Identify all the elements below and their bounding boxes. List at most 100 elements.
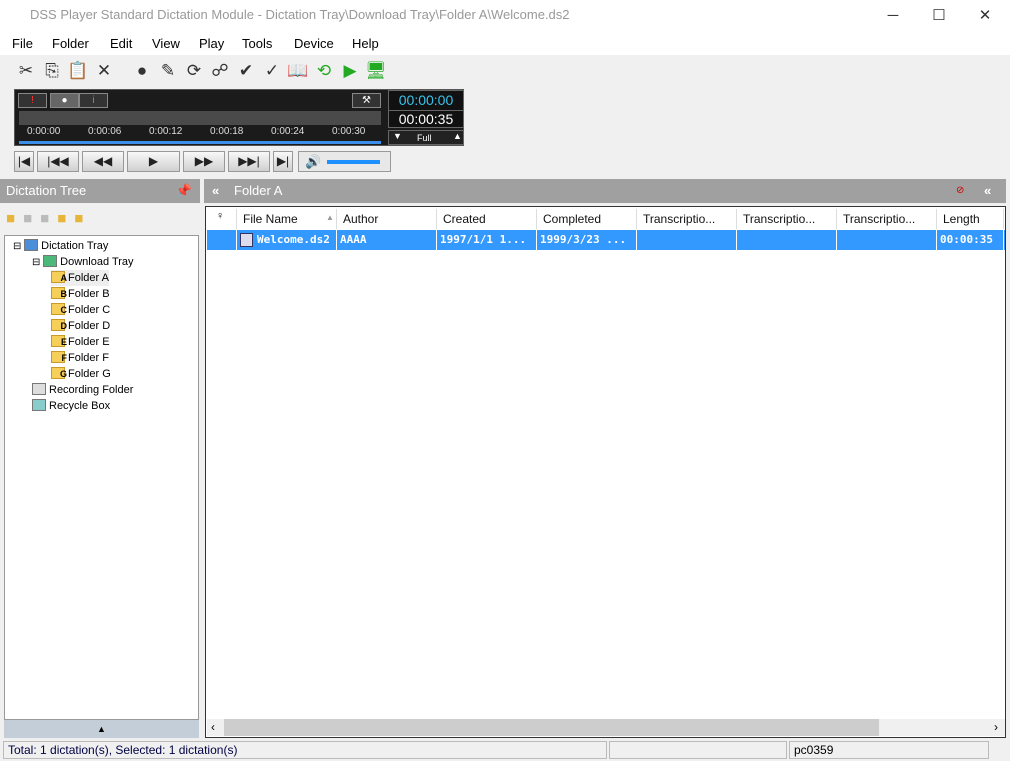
- device-icon[interactable]: 🖥: [364, 59, 388, 83]
- transport-button-4[interactable]: ▶▶: [183, 151, 225, 172]
- book-icon[interactable]: 📖: [286, 59, 310, 83]
- tree-item[interactable]: ⊟ Download Tray: [32, 254, 134, 270]
- tree-item[interactable]: ⊟ Dictation Tray: [13, 238, 108, 254]
- column-header-4[interactable]: Completed: [537, 209, 637, 229]
- menu-help[interactable]: Help: [352, 36, 379, 51]
- wrench-icon[interactable]: ⚒: [352, 93, 381, 108]
- menu-folder[interactable]: Folder: [52, 36, 89, 51]
- comment-icon[interactable]: ●: [50, 93, 79, 108]
- scroll-right-icon[interactable]: ›: [994, 720, 998, 734]
- folder-icon: G: [51, 367, 67, 379]
- scroll-thumb[interactable]: [224, 719, 879, 736]
- volume-control[interactable]: 🔊: [298, 151, 391, 172]
- minimize-button[interactable]: ─: [870, 0, 916, 31]
- folder-settings-icon[interactable]: ■: [74, 210, 91, 227]
- tree-title: Dictation Tree: [6, 183, 87, 198]
- tree-item[interactable]: G Folder G: [51, 366, 111, 382]
- window-title: DSS Player Standard Dictation Module - D…: [30, 7, 570, 22]
- copy-icon[interactable]: ⎘: [40, 59, 64, 83]
- tree-item[interactable]: Recycle Box: [32, 398, 110, 414]
- remove-folder-icon[interactable]: ■: [40, 210, 57, 227]
- column-header-6[interactable]: Transcriptio...: [737, 209, 837, 229]
- collapse-right-icon[interactable]: «: [984, 179, 991, 203]
- tree-item[interactable]: A Folder A: [51, 270, 109, 286]
- tree-item[interactable]: D Folder D: [51, 318, 110, 334]
- menu-file[interactable]: File: [12, 36, 33, 51]
- menu-view[interactable]: View: [152, 36, 180, 51]
- table-cell: [837, 230, 937, 250]
- zoom-in-icon[interactable]: ▲: [453, 131, 462, 141]
- collapse-icon[interactable]: ⊟: [32, 257, 43, 268]
- transport-button-0[interactable]: |◀: [14, 151, 34, 172]
- table-cell: AAAA: [337, 230, 437, 250]
- maximize-button[interactable]: ☐: [916, 0, 962, 31]
- zoom-out-icon[interactable]: ▼: [393, 131, 402, 141]
- collapse-arrow-icon[interactable]: ▲: [4, 720, 199, 738]
- transport-button-2[interactable]: ◀◀: [82, 151, 124, 172]
- table-cell: [737, 230, 837, 250]
- convert-icon[interactable]: ⟳: [182, 59, 206, 83]
- transfer-icon[interactable]: ▶: [338, 59, 362, 83]
- transport-button-5[interactable]: ▶▶|: [228, 151, 270, 172]
- scroll-left-icon[interactable]: ‹: [211, 720, 215, 734]
- folder-title: Folder A: [234, 183, 283, 198]
- column-header-7[interactable]: Transcriptio...: [837, 209, 937, 229]
- no-transcribe-icon[interactable]: ⊘: [956, 179, 964, 203]
- verify-icon[interactable]: ✓: [260, 59, 284, 83]
- zoom-control[interactable]: ▼ Full ▲: [388, 130, 464, 145]
- table-cell: [207, 230, 237, 250]
- horizontal-scrollbar[interactable]: ‹ ›: [207, 719, 1005, 736]
- close-button[interactable]: ✕: [962, 0, 1008, 31]
- pin-icon[interactable]: 📌: [176, 179, 192, 203]
- info-icon[interactable]: i: [79, 93, 108, 108]
- cut-icon[interactable]: ✂: [14, 59, 38, 83]
- toolbar: ✂ ⎘ 📋 ✕ ● ✎ ⟳ ☍ ✔ ✓ 📖 ⟲ ▶ 🖥: [0, 56, 470, 86]
- speaker-icon: 🔊: [305, 154, 322, 169]
- tree-item[interactable]: C Folder C: [51, 302, 110, 318]
- add-folder-icon[interactable]: ■: [23, 210, 40, 227]
- collapse-icon[interactable]: ⊟: [13, 241, 24, 252]
- menu-tools[interactable]: Tools: [242, 36, 272, 51]
- edit-icon[interactable]: ✎: [156, 59, 180, 83]
- transport-button-6[interactable]: ▶|: [273, 151, 293, 172]
- menu-device[interactable]: Device: [294, 36, 334, 51]
- position-slider[interactable]: [19, 111, 381, 125]
- delete-icon[interactable]: ✕: [92, 59, 116, 83]
- folder-icon[interactable]: ■: [57, 210, 74, 227]
- finish-icon[interactable]: ✔: [234, 59, 258, 83]
- column-header-2[interactable]: Author: [337, 209, 437, 229]
- transport-button-3[interactable]: ▶: [127, 151, 180, 172]
- volume-slider[interactable]: [327, 160, 381, 164]
- status-bar: Total: 1 dictation(s), Selected: 1 dicta…: [0, 740, 1010, 761]
- record-icon[interactable]: ●: [130, 59, 154, 83]
- tree-item[interactable]: E Folder E: [51, 334, 110, 350]
- file-icon: [240, 233, 253, 247]
- column-header-8[interactable]: Length: [937, 209, 1004, 229]
- list-header: « Folder A ⊘ «: [204, 179, 1006, 203]
- column-header-3[interactable]: Created: [437, 209, 537, 229]
- transport-button-1[interactable]: |◀◀: [37, 151, 79, 172]
- paste-icon[interactable]: 📋: [66, 59, 90, 83]
- tree-item[interactable]: Recording Folder: [32, 382, 133, 398]
- collapse-left-icon[interactable]: «: [212, 179, 219, 203]
- refresh-icon[interactable]: ⟲: [312, 59, 336, 83]
- send-icon[interactable]: ☍: [208, 59, 232, 83]
- folder-icon: [32, 383, 46, 395]
- current-time: 00:00:00: [398, 92, 454, 108]
- folder-icon: [32, 399, 46, 411]
- tick-label: 0:00:18: [210, 126, 244, 137]
- tree-item-label: Folder B: [68, 288, 110, 300]
- column-header-1[interactable]: File Name: [237, 209, 337, 229]
- tree-item[interactable]: F Folder F: [51, 350, 109, 366]
- table-row[interactable]: Welcome.ds2 AAAA 1997/1/1 1... 1999/3/23 ..…: [207, 230, 1005, 250]
- menu-play[interactable]: Play: [199, 36, 224, 51]
- column-header-5[interactable]: Transcriptio...: [637, 209, 737, 229]
- folder-icon: [24, 239, 39, 251]
- menu-edit[interactable]: Edit: [110, 36, 132, 51]
- priority-icon[interactable]: !: [18, 93, 47, 108]
- status-user: pc0359: [789, 741, 989, 759]
- tree-item-label: Dictation Tray: [41, 240, 109, 252]
- dictation-tree: ⊟ Dictation Tray ⊟ Download Tray A Folder A…: [4, 235, 199, 720]
- tree-item[interactable]: B Folder B: [51, 286, 110, 302]
- new-folder-icon[interactable]: ■: [6, 210, 23, 227]
